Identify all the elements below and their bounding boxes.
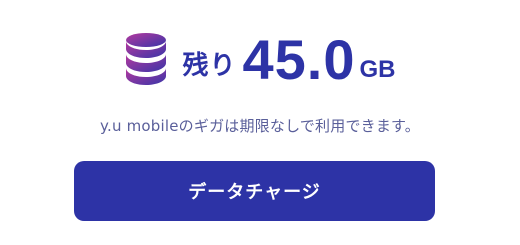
database-icon bbox=[126, 33, 167, 85]
remaining-unit: GB bbox=[359, 56, 396, 83]
data-charge-button[interactable]: データチャージ bbox=[74, 161, 435, 221]
remaining-data-row: 残り 45.0 GB bbox=[0, 26, 520, 88]
data-charge-button-label: データチャージ bbox=[188, 182, 321, 203]
no-expiry-note: y.u mobileのギガは期限なしで利用できます。 bbox=[100, 117, 420, 135]
remaining-value: 45.0 bbox=[242, 28, 356, 91]
remaining-label: 残り bbox=[182, 51, 237, 81]
data-remaining-card: 残り 45.0 GB y.u mobileのギガは期限なしで利用できます。 デー… bbox=[0, 0, 520, 245]
